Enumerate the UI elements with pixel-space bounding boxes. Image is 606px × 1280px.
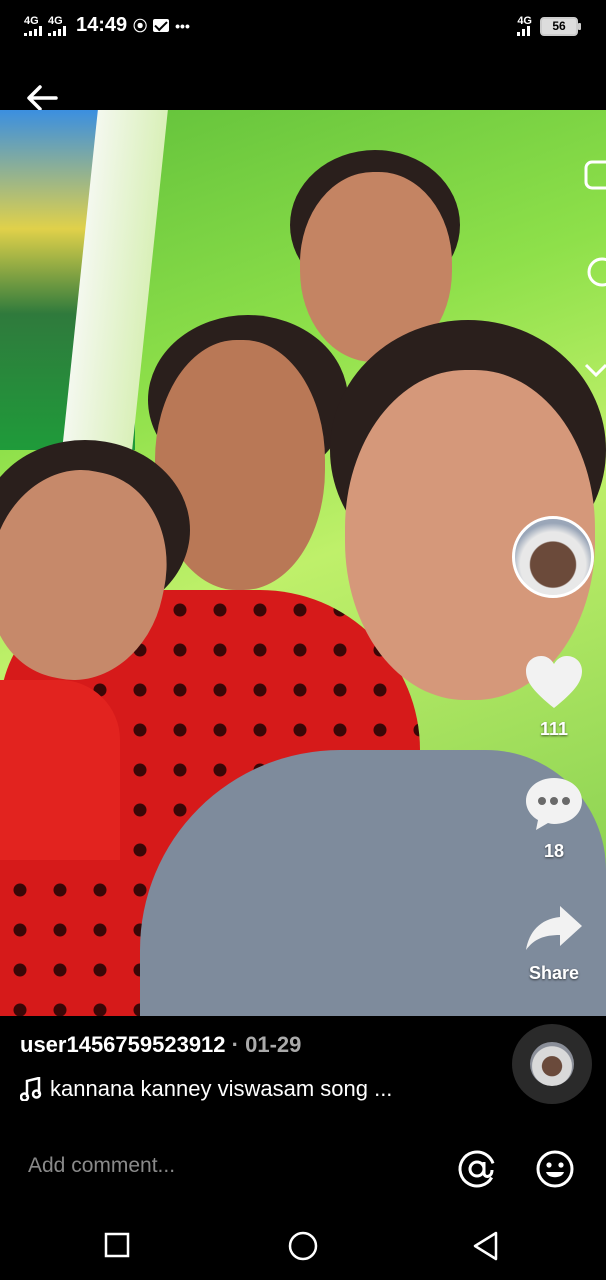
at-icon[interactable] bbox=[456, 1148, 498, 1190]
home-icon[interactable] bbox=[287, 1230, 319, 1262]
hotspot-icon: ⦿ bbox=[133, 17, 148, 34]
right-network-type: 4G bbox=[517, 15, 532, 27]
share-button[interactable]: Share bbox=[514, 902, 594, 984]
comment-bubble-icon bbox=[526, 778, 582, 830]
username-link[interactable]: user1456759523912 bbox=[20, 1032, 226, 1057]
edge-icon-1 bbox=[584, 160, 606, 190]
music-disc[interactable] bbox=[512, 1024, 592, 1104]
comment-count: 18 bbox=[543, 841, 565, 861]
music-disc-thumbnail bbox=[530, 1042, 574, 1086]
heart-icon bbox=[526, 656, 582, 708]
music-note-icon bbox=[20, 1077, 42, 1101]
caption-user-line: user1456759523912 · 01-29 bbox=[20, 1032, 301, 1058]
comment-button[interactable]: 18 bbox=[514, 776, 594, 862]
edge-icon-2 bbox=[587, 257, 606, 287]
creator-avatar[interactable] bbox=[512, 516, 594, 598]
signal-icon: 4G bbox=[24, 14, 42, 36]
red-shirt bbox=[0, 680, 120, 860]
share-arrow-icon bbox=[526, 906, 582, 950]
network-type-1: 4G bbox=[24, 14, 39, 27]
back-nav-icon[interactable] bbox=[470, 1230, 502, 1262]
clock: 14:49 bbox=[76, 14, 128, 36]
system-nav-bar bbox=[0, 1208, 606, 1280]
music-title: kannana kanney viswasam song ... bbox=[50, 1076, 393, 1101]
share-label: Share bbox=[528, 963, 580, 983]
comment-bar bbox=[0, 1140, 606, 1200]
recent-apps-icon[interactable] bbox=[104, 1232, 132, 1260]
music-info[interactable]: kannana kanney viswasam song ... bbox=[20, 1076, 392, 1102]
right-signal-icon: 4G bbox=[517, 16, 532, 36]
post-date: · 01-29 bbox=[231, 1032, 302, 1057]
mail-icon bbox=[153, 19, 170, 32]
network-type-2: 4G bbox=[48, 14, 63, 27]
battery-icon: 56 bbox=[540, 16, 581, 36]
like-count: 111 bbox=[539, 719, 569, 739]
edge-chevron-icon bbox=[584, 363, 606, 378]
emoji-icon[interactable] bbox=[534, 1148, 576, 1190]
like-button[interactable]: 111 bbox=[514, 654, 594, 740]
add-comment-input[interactable] bbox=[28, 1154, 408, 1178]
status-bar: 4G 4G 14:49 ⦿ ••• 4G 56 bbox=[0, 0, 606, 56]
more-dots-icon: ••• bbox=[175, 17, 190, 34]
signal-icon-2: 4G bbox=[48, 14, 66, 36]
